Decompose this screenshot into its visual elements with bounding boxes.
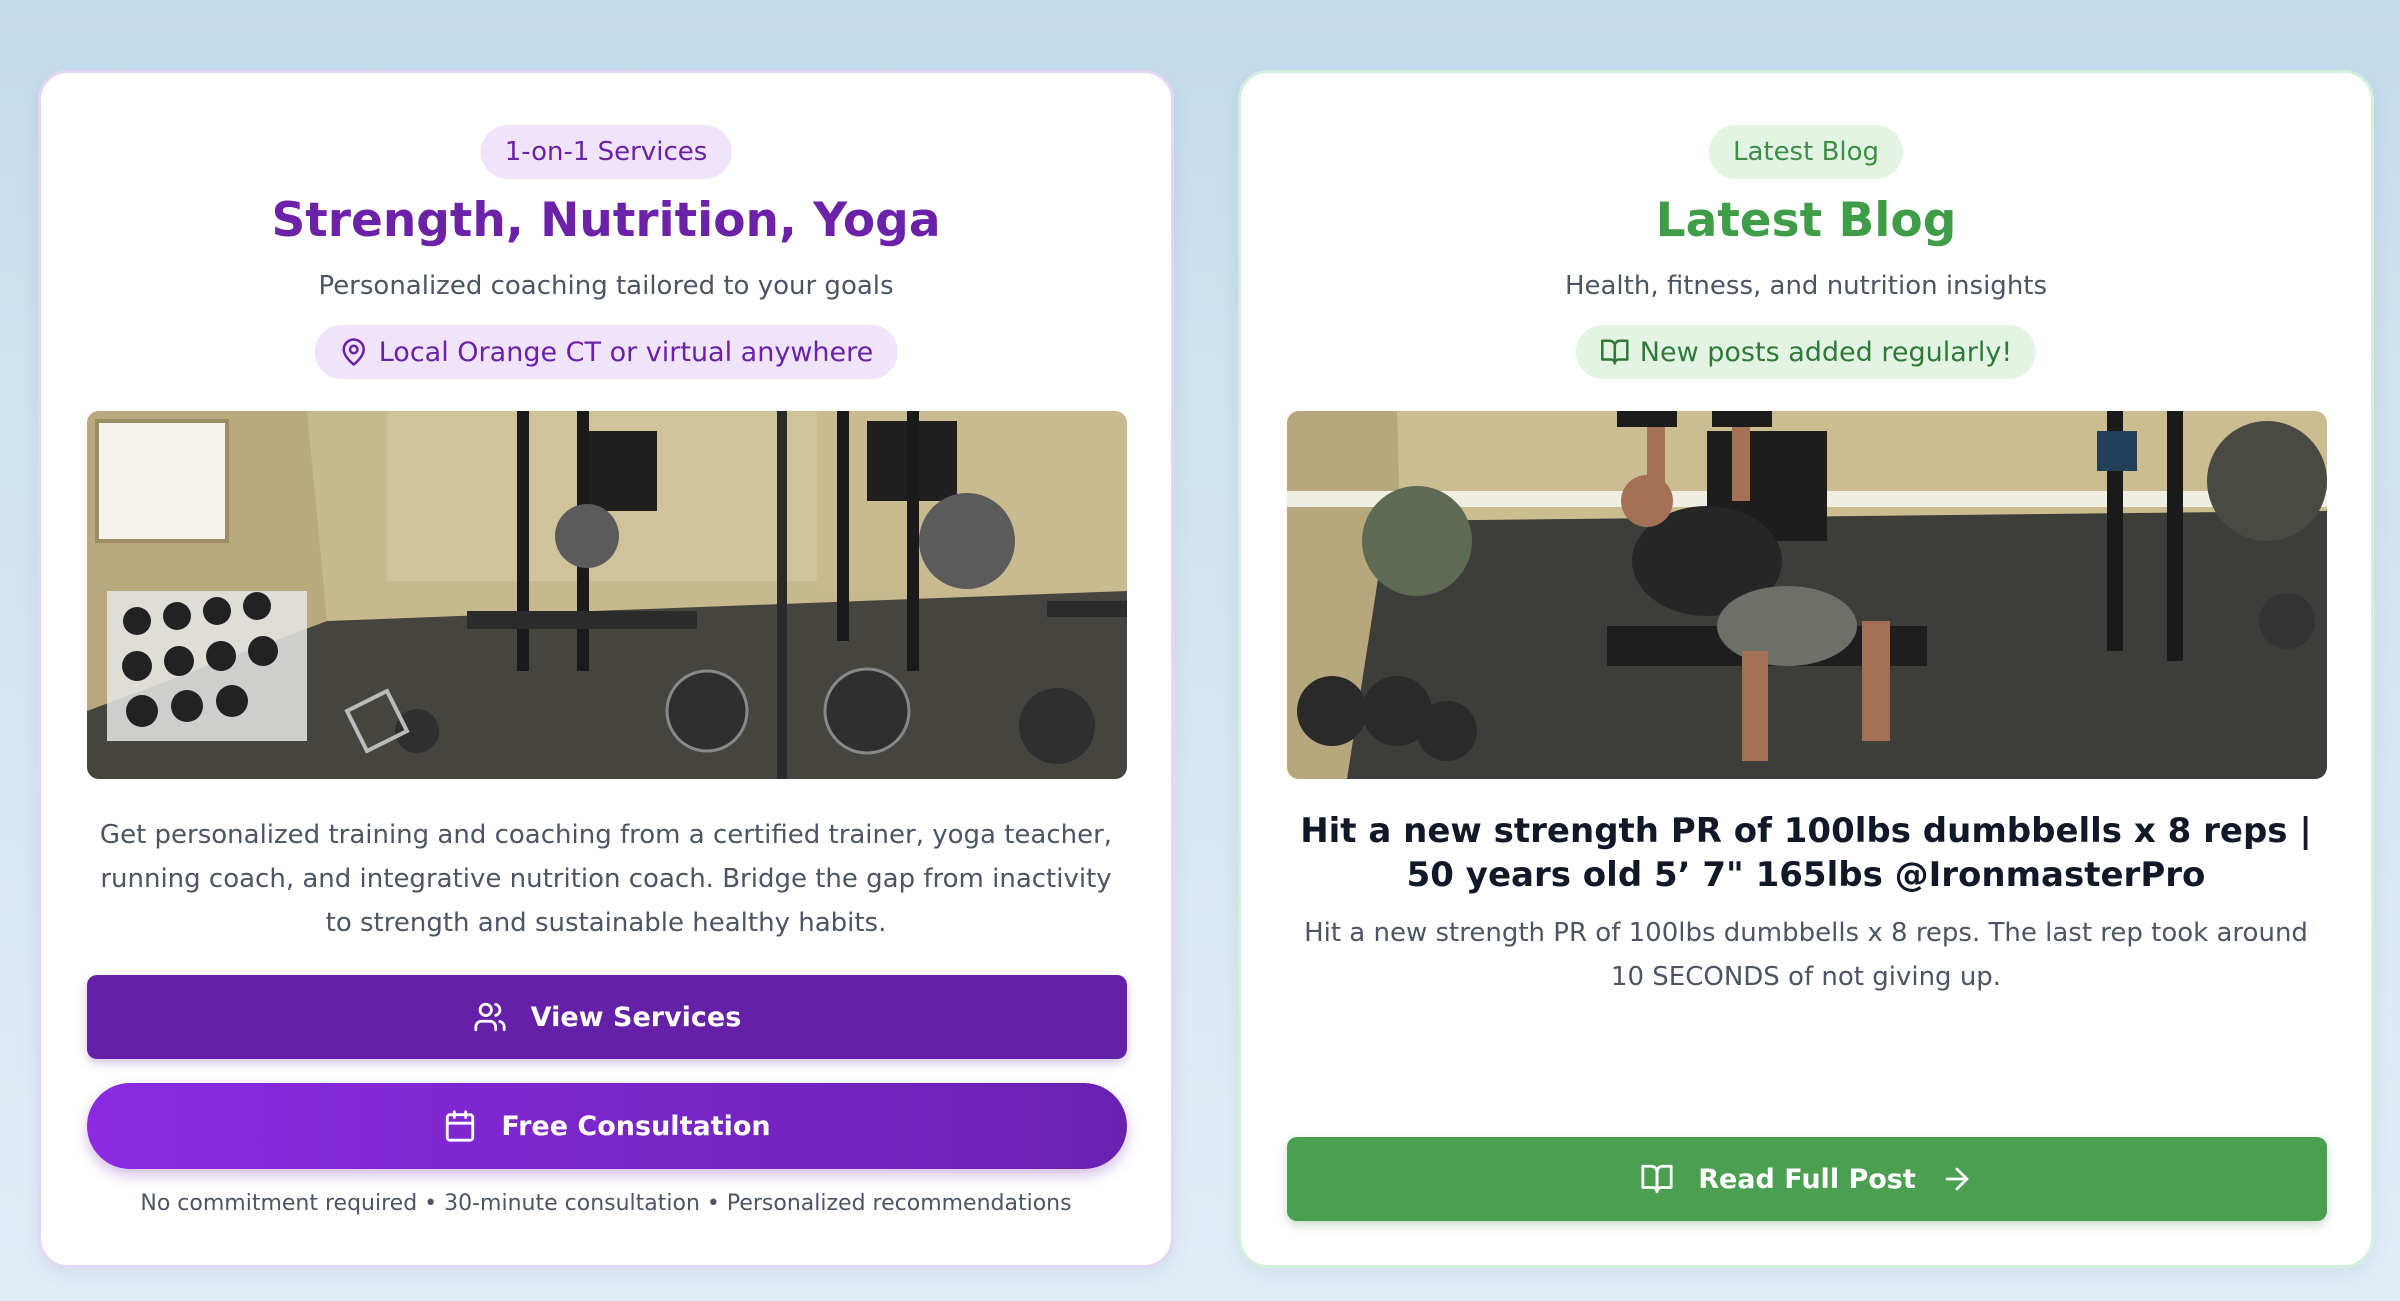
free-consultation-button[interactable]: Free Consultation <box>87 1083 1127 1169</box>
view-services-label: View Services <box>530 1001 742 1033</box>
location-text: Local Orange CT or virtual anywhere <box>378 336 874 368</box>
blog-subtitle: Health, fitness, and nutrition insights <box>1564 271 2048 301</box>
services-title: Strength, Nutrition, Yoga <box>271 193 941 248</box>
blog-post-photo[interactable] <box>1287 411 2327 779</box>
location-badge: Local Orange CT or virtual anywhere <box>314 325 898 379</box>
free-consultation-label: Free Consultation <box>501 1110 771 1142</box>
users-icon <box>474 1002 506 1032</box>
blog-badge: Latest Blog <box>1708 125 1904 179</box>
blog-title: Latest Blog <box>1655 193 1957 248</box>
new-posts-text: New posts added regularly! <box>1639 336 2013 368</box>
book-open-icon <box>1641 1164 1673 1194</box>
view-services-button[interactable]: View Services <box>87 975 1127 1059</box>
book-open-icon <box>1601 339 1629 365</box>
arrow-right-icon <box>1945 1167 1969 1191</box>
services-card: 1-on-1 Services Strength, Nutrition, Yog… <box>38 70 1174 1268</box>
blog-post-excerpt: Hit a new strength PR of 100lbs dumbbell… <box>1304 918 2308 992</box>
services-badge: 1-on-1 Services <box>480 125 732 179</box>
consultation-note: No commitment required • 30-minute consu… <box>140 1191 1072 1216</box>
new-posts-badge: New posts added regularly! <box>1575 325 2037 379</box>
map-pin-icon <box>342 338 365 366</box>
blog-card: Latest Blog Latest Blog Health, fitness,… <box>1238 70 2374 1268</box>
read-full-post-label: Read Full Post <box>1698 1163 1916 1195</box>
blog-post-title[interactable]: Hit a new strength PR of 100lbs dumbbell… <box>1281 809 2331 897</box>
read-full-post-button[interactable]: Read Full Post <box>1287 1137 2327 1221</box>
calendar-icon <box>446 1110 475 1142</box>
gym-photo <box>87 411 1127 779</box>
services-description: Get personalized training and coaching f… <box>99 820 1113 938</box>
services-subtitle: Personalized coaching tailored to your g… <box>318 271 894 301</box>
